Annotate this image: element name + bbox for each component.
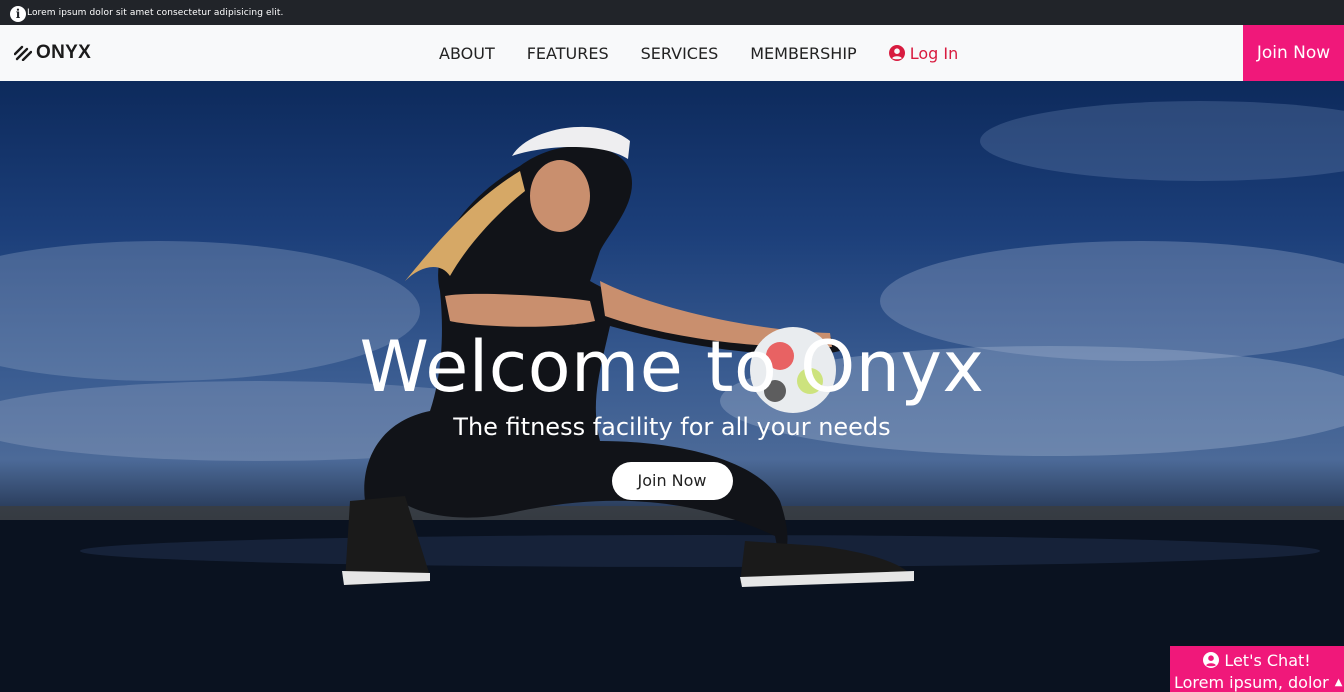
nav-link-services[interactable]: SERVICES [625, 44, 735, 63]
chat-title: Let's Chat! [1224, 650, 1311, 670]
chat-subtitle-row: Lorem ipsum, dolor ▲ [1170, 673, 1344, 692]
brand-logo[interactable]: ONYX [14, 25, 91, 81]
hero-join-now-button[interactable]: Join Now [611, 462, 733, 500]
hero-subtitle: The fitness facility for all your needs [453, 413, 891, 441]
hero-section: Welcome to Onyx The fitness facility for… [0, 81, 1344, 692]
navbar: ONYX ABOUT FEATURES SERVICES MEMBERSHIP … [0, 25, 1344, 81]
info-icon: i [10, 5, 26, 22]
chat-header[interactable]: Let's Chat! [1170, 647, 1344, 673]
user-circle-icon [888, 45, 905, 61]
hero-content: Welcome to Onyx The fitness facility for… [0, 326, 1344, 500]
nav-link-features[interactable]: FEATURES [511, 44, 625, 63]
user-circle-icon [1203, 652, 1220, 668]
hero-title: Welcome to Onyx [359, 326, 985, 408]
chat-subtitle: Lorem ipsum, dolor [1174, 673, 1329, 692]
caret-up-icon[interactable]: ▲ [1335, 677, 1343, 688]
login-label: Log In [909, 43, 959, 63]
nav-links: ABOUT FEATURES SERVICES MEMBERSHIP Log I… [423, 25, 974, 81]
brand-name: ONYX [36, 42, 92, 63]
announcement-text: Lorem ipsum dolor sit amet consectetur a… [27, 7, 284, 18]
nav-link-membership[interactable]: MEMBERSHIP [734, 44, 872, 63]
login-link[interactable]: Log In [873, 44, 975, 63]
nav-link-about[interactable]: ABOUT [423, 44, 511, 63]
chat-widget[interactable]: Let's Chat! Lorem ipsum, dolor ▲ [1170, 646, 1344, 692]
stripes-logo-icon [14, 45, 32, 61]
join-now-nav-button[interactable]: Join Now [1243, 25, 1344, 81]
announcement-bar: i Lorem ipsum dolor sit amet consectetur… [0, 0, 1344, 25]
